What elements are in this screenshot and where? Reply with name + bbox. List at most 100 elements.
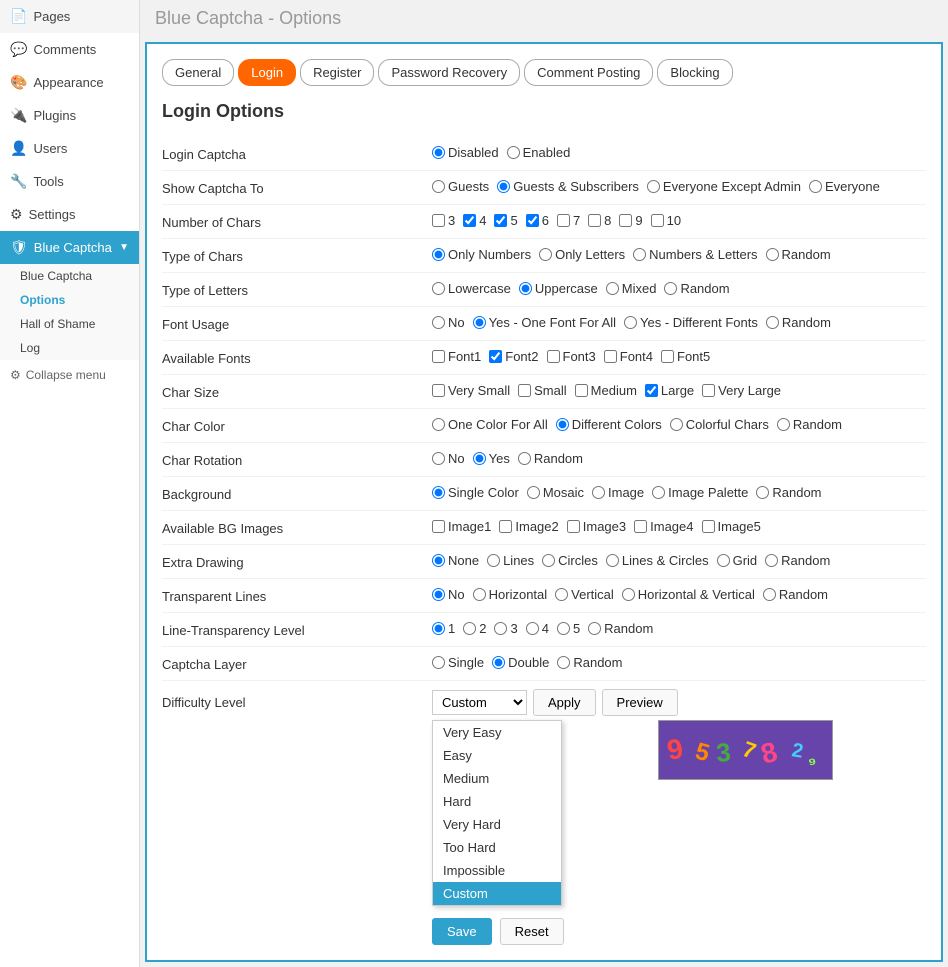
radio-none[interactable]: None [432,553,479,568]
radio-image-palette[interactable]: Image Palette [652,485,748,500]
sidebar-item-plugins[interactable]: 🔌 Plugins [0,99,139,132]
sidebar-sub-options[interactable]: Options [0,288,139,312]
check-7[interactable]: 7 [557,213,580,228]
option-very-easy[interactable]: Very Easy [433,721,561,744]
tab-register[interactable]: Register [300,59,374,86]
radio-lines[interactable]: Lines [487,553,534,568]
option-medium[interactable]: Medium [433,767,561,790]
radio-different-colors[interactable]: Different Colors [556,417,662,432]
radio-everyone[interactable]: Everyone [809,179,880,194]
radio-lines-circles[interactable]: Lines & Circles [606,553,709,568]
radio-image[interactable]: Image [592,485,644,500]
sidebar-sub-log[interactable]: Log [0,336,139,360]
radio-single[interactable]: Single [432,655,484,670]
check-very-large[interactable]: Very Large [702,383,781,398]
save-button[interactable]: Save [432,918,492,945]
collapse-menu-button[interactable]: Collapse menu [0,360,139,390]
reset-button[interactable]: Reset [500,918,564,945]
radio-guests[interactable]: Guests [432,179,489,194]
radio-double[interactable]: Double [492,655,549,670]
radio-horizontal[interactable]: Horizontal [473,587,548,602]
radio-horiz-vert[interactable]: Horizontal & Vertical [622,587,755,602]
sidebar-item-comments[interactable]: 💬 Comments [0,33,139,66]
check-image1[interactable]: Image1 [432,519,491,534]
sidebar-item-users[interactable]: 👤 Users [0,132,139,165]
radio-lowercase[interactable]: Lowercase [432,281,511,296]
radio-color-random[interactable]: Random [777,417,842,432]
radio-grid[interactable]: Grid [717,553,758,568]
check-font2[interactable]: Font2 [489,349,538,364]
radio-trans-no[interactable]: No [432,587,465,602]
check-3[interactable]: 3 [432,213,455,228]
radio-drawing-random[interactable]: Random [765,553,830,568]
option-too-hard[interactable]: Too Hard [433,836,561,859]
radio-circles[interactable]: Circles [542,553,598,568]
sidebar-item-tools[interactable]: 🔧 Tools [0,165,139,198]
radio-vertical[interactable]: Vertical [555,587,614,602]
radio-font-no[interactable]: No [432,315,465,330]
check-font5[interactable]: Font5 [661,349,710,364]
sidebar-sub-blue-captcha[interactable]: Blue Captcha [0,264,139,288]
check-very-small[interactable]: Very Small [432,383,510,398]
radio-only-numbers[interactable]: Only Numbers [432,247,531,262]
check-font4[interactable]: Font4 [604,349,653,364]
check-10[interactable]: 10 [651,213,681,228]
tab-comment-posting[interactable]: Comment Posting [524,59,653,86]
radio-rotation-random[interactable]: Random [518,451,583,466]
check-6[interactable]: 6 [526,213,549,228]
option-impossible[interactable]: Impossible [433,859,561,882]
check-font3[interactable]: Font3 [547,349,596,364]
radio-level-4[interactable]: 4 [526,621,549,636]
tab-general[interactable]: General [162,59,234,86]
tab-password-recovery[interactable]: Password Recovery [378,59,520,86]
check-5[interactable]: 5 [494,213,517,228]
tab-login[interactable]: Login [238,59,296,86]
radio-everyone-except-admin[interactable]: Everyone Except Admin [647,179,801,194]
sidebar-item-appearance[interactable]: 🎨 Appearance [0,66,139,99]
radio-rotation-no[interactable]: No [432,451,465,466]
radio-rotation-yes[interactable]: Yes [473,451,510,466]
check-image2[interactable]: Image2 [499,519,558,534]
check-image3[interactable]: Image3 [567,519,626,534]
radio-only-letters[interactable]: Only Letters [539,247,625,262]
check-medium[interactable]: Medium [575,383,637,398]
radio-guests-subscribers[interactable]: Guests & Subscribers [497,179,639,194]
check-image4[interactable]: Image4 [634,519,693,534]
radio-single-color[interactable]: Single Color [432,485,519,500]
option-custom[interactable]: Custom [433,882,561,905]
radio-one-color[interactable]: One Color For All [432,417,548,432]
radio-bg-random[interactable]: Random [756,485,821,500]
sidebar-item-settings[interactable]: ⚙ Settings [0,198,139,231]
option-very-hard[interactable]: Very Hard [433,813,561,836]
radio-yes-one-font[interactable]: Yes - One Font For All [473,315,616,330]
radio-enabled[interactable]: Enabled [507,145,571,160]
radio-level-random[interactable]: Random [588,621,653,636]
radio-font-random[interactable]: Random [766,315,831,330]
radio-trans-random[interactable]: Random [763,587,828,602]
radio-letters-random[interactable]: Random [664,281,729,296]
radio-level-5[interactable]: 5 [557,621,580,636]
check-font1[interactable]: Font1 [432,349,481,364]
sidebar-item-pages[interactable]: 📄 Pages [0,0,139,33]
radio-numbers-letters[interactable]: Numbers & Letters [633,247,757,262]
radio-type-random[interactable]: Random [766,247,831,262]
radio-layer-random[interactable]: Random [557,655,622,670]
preview-button[interactable]: Preview [602,689,678,716]
check-9[interactable]: 9 [619,213,642,228]
check-8[interactable]: 8 [588,213,611,228]
check-4[interactable]: 4 [463,213,486,228]
check-image5[interactable]: Image5 [702,519,761,534]
radio-colorful-chars[interactable]: Colorful Chars [670,417,769,432]
option-easy[interactable]: Easy [433,744,561,767]
radio-uppercase[interactable]: Uppercase [519,281,598,296]
radio-mosaic[interactable]: Mosaic [527,485,584,500]
radio-level-2[interactable]: 2 [463,621,486,636]
check-large[interactable]: Large [645,383,694,398]
radio-level-3[interactable]: 3 [494,621,517,636]
sidebar-item-blue-captcha[interactable]: 🛡 Blue Captcha ▼ [0,231,139,264]
option-hard[interactable]: Hard [433,790,561,813]
tab-blocking[interactable]: Blocking [657,59,732,86]
apply-button[interactable]: Apply [533,689,596,716]
radio-disabled[interactable]: Disabled [432,145,499,160]
sidebar-sub-hall-of-shame[interactable]: Hall of Shame [0,312,139,336]
